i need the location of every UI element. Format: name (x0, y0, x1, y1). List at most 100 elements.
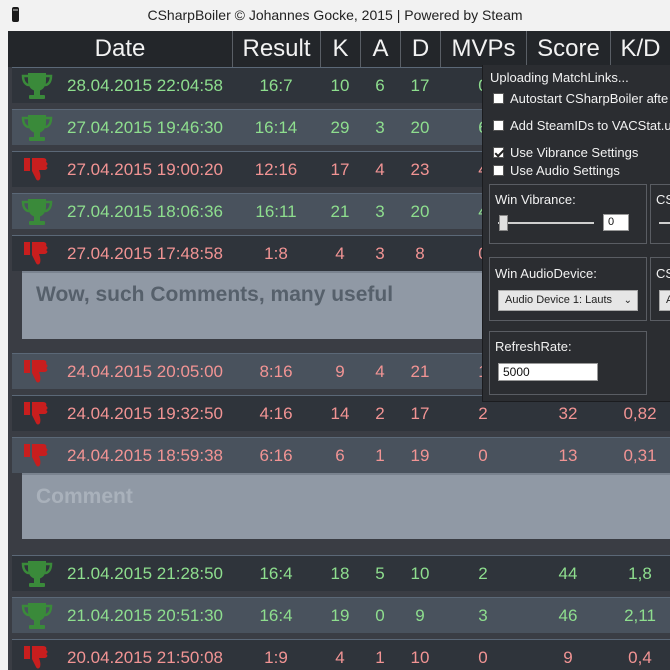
match-date: 27.04.2015 18:06:36 (67, 202, 223, 221)
win-vibrance-label: Win Vibrance: (495, 192, 576, 207)
cs-vibrance-slider-track[interactable] (659, 222, 670, 224)
match-k: 17 (330, 160, 350, 179)
match-k: 4 (335, 244, 345, 263)
match-k: 21 (330, 202, 350, 221)
match-a: 0 (375, 606, 385, 625)
use-vibrance-label: Use Vibrance Settings (510, 145, 639, 160)
match-mvps: 3 (478, 606, 488, 625)
match-date: 20.04.2015 21:50:08 (67, 648, 223, 667)
match-mvps: 0 (478, 648, 488, 667)
match-row[interactable]: 24.04.2015 18:59:38 6:16 6 1 19 0 13 0,31 (12, 437, 670, 473)
match-a: 4 (375, 160, 385, 179)
trophy-icon (21, 71, 53, 101)
win-vibrance-slider-thumb[interactable] (499, 215, 508, 231)
match-result: 1:9 (264, 648, 288, 667)
match-a: 3 (375, 202, 385, 221)
win-vibrance-group: Win Vibrance: 0 (489, 184, 647, 244)
match-a: 1 (375, 648, 385, 667)
match-result: 16:4 (259, 564, 293, 583)
column-header-a[interactable]: A (360, 31, 400, 67)
match-a: 2 (375, 404, 385, 423)
thumbs-down-icon (21, 399, 53, 429)
column-header-kd[interactable]: K/D (610, 31, 670, 67)
autostart-checkbox[interactable] (493, 93, 504, 104)
match-score: 9 (563, 648, 573, 667)
use-audio-label: Use Audio Settings (510, 163, 620, 178)
match-a: 3 (375, 118, 385, 137)
match-k: 18 (330, 564, 350, 583)
match-a: 1 (375, 446, 385, 465)
thumbs-down-icon (21, 643, 53, 670)
match-date: 27.04.2015 17:48:58 (67, 244, 223, 263)
thumbs-down-icon (21, 155, 53, 185)
match-k: 6 (335, 446, 345, 465)
cs-audio-selected: Au (666, 294, 670, 306)
thumbs-down-icon (21, 239, 53, 269)
match-result: 6:16 (259, 446, 293, 465)
match-date: 24.04.2015 20:05:00 (67, 362, 223, 381)
match-kd: 0,31 (623, 446, 657, 465)
match-k: 14 (330, 404, 350, 423)
match-row[interactable]: 21.04.2015 21:28:50 16:4 18 5 10 2 44 1,8 (12, 555, 670, 591)
comment-input[interactable]: Comment (22, 473, 670, 539)
column-header-d[interactable]: D (400, 31, 440, 67)
win-audio-selected: Audio Device 1: Lauts (505, 294, 613, 306)
match-result: 12:16 (254, 160, 298, 179)
cs-audio-group: CS Au (650, 257, 670, 321)
match-kd: 1,8 (628, 564, 652, 583)
add-steamids-checkbox[interactable] (493, 120, 504, 131)
match-kd: 0,4 (628, 648, 652, 667)
match-result: 4:16 (259, 404, 293, 423)
win-audio-label: Win AudioDevice: (495, 266, 597, 281)
match-k: 9 (335, 362, 345, 381)
use-vibrance-checkbox[interactable] (493, 147, 504, 158)
match-row[interactable]: 21.04.2015 20:51:30 16:4 19 0 9 3 46 2,11 (12, 597, 670, 633)
match-score: 46 (558, 606, 578, 625)
match-result: 16:4 (259, 606, 293, 625)
upload-status: Uploading MatchLinks... (490, 70, 629, 85)
refresh-rate-group: RefreshRate: 5000 (489, 331, 647, 395)
column-header-date[interactable]: Date (8, 31, 232, 67)
thumbs-down-icon (21, 441, 53, 471)
match-d: 8 (415, 244, 425, 263)
match-k: 19 (330, 606, 350, 625)
match-score: 44 (558, 564, 578, 583)
window-title: CSharpBoiler © Johannes Gocke, 2015 | Po… (147, 7, 523, 23)
match-date: 21.04.2015 20:51:30 (67, 606, 223, 625)
match-a: 5 (375, 564, 385, 583)
trophy-icon (21, 601, 53, 631)
trophy-icon (21, 559, 53, 589)
table-header: Date Result K A D MVPs Score K/D (8, 31, 670, 67)
win-audio-dropdown[interactable]: Audio Device 1: Lauts ⌄ (498, 290, 638, 311)
match-d: 20 (410, 118, 430, 137)
match-result: 16:14 (254, 118, 298, 137)
match-d: 10 (410, 564, 430, 583)
refresh-rate-label: RefreshRate: (495, 339, 572, 354)
win-vibrance-value[interactable]: 0 (603, 214, 629, 231)
column-header-k[interactable]: K (320, 31, 360, 67)
match-mvps: 0 (478, 446, 488, 465)
match-k: 29 (330, 118, 350, 137)
refresh-rate-input[interactable]: 5000 (498, 363, 598, 381)
match-d: 19 (410, 446, 430, 465)
match-date: 27.04.2015 19:00:20 (67, 160, 223, 179)
match-score: 13 (558, 446, 578, 465)
match-d: 9 (415, 606, 425, 625)
match-result: 1:8 (264, 244, 288, 263)
match-d: 10 (410, 648, 430, 667)
column-header-mvps[interactable]: MVPs (440, 31, 526, 67)
add-steamids-label: Add SteamIDs to VACStat.u (510, 118, 670, 133)
cs-vibrance-group: CS (650, 184, 670, 244)
cs-audio-dropdown[interactable]: Au (659, 290, 670, 311)
match-date: 28.04.2015 22:04:58 (67, 76, 223, 95)
column-header-score[interactable]: Score (526, 31, 610, 67)
cs-audio-label: CS (656, 266, 670, 281)
match-a: 6 (375, 76, 385, 95)
use-audio-checkbox[interactable] (493, 165, 504, 176)
comment-text: Wow, such Comments, many useful (36, 283, 394, 306)
match-d: 23 (410, 160, 430, 179)
column-header-result[interactable]: Result (232, 31, 320, 67)
match-result: 16:7 (259, 76, 293, 95)
match-row[interactable]: 20.04.2015 21:50:08 1:9 4 1 10 0 9 0,4 (12, 639, 670, 670)
match-date: 24.04.2015 18:59:38 (67, 446, 223, 465)
